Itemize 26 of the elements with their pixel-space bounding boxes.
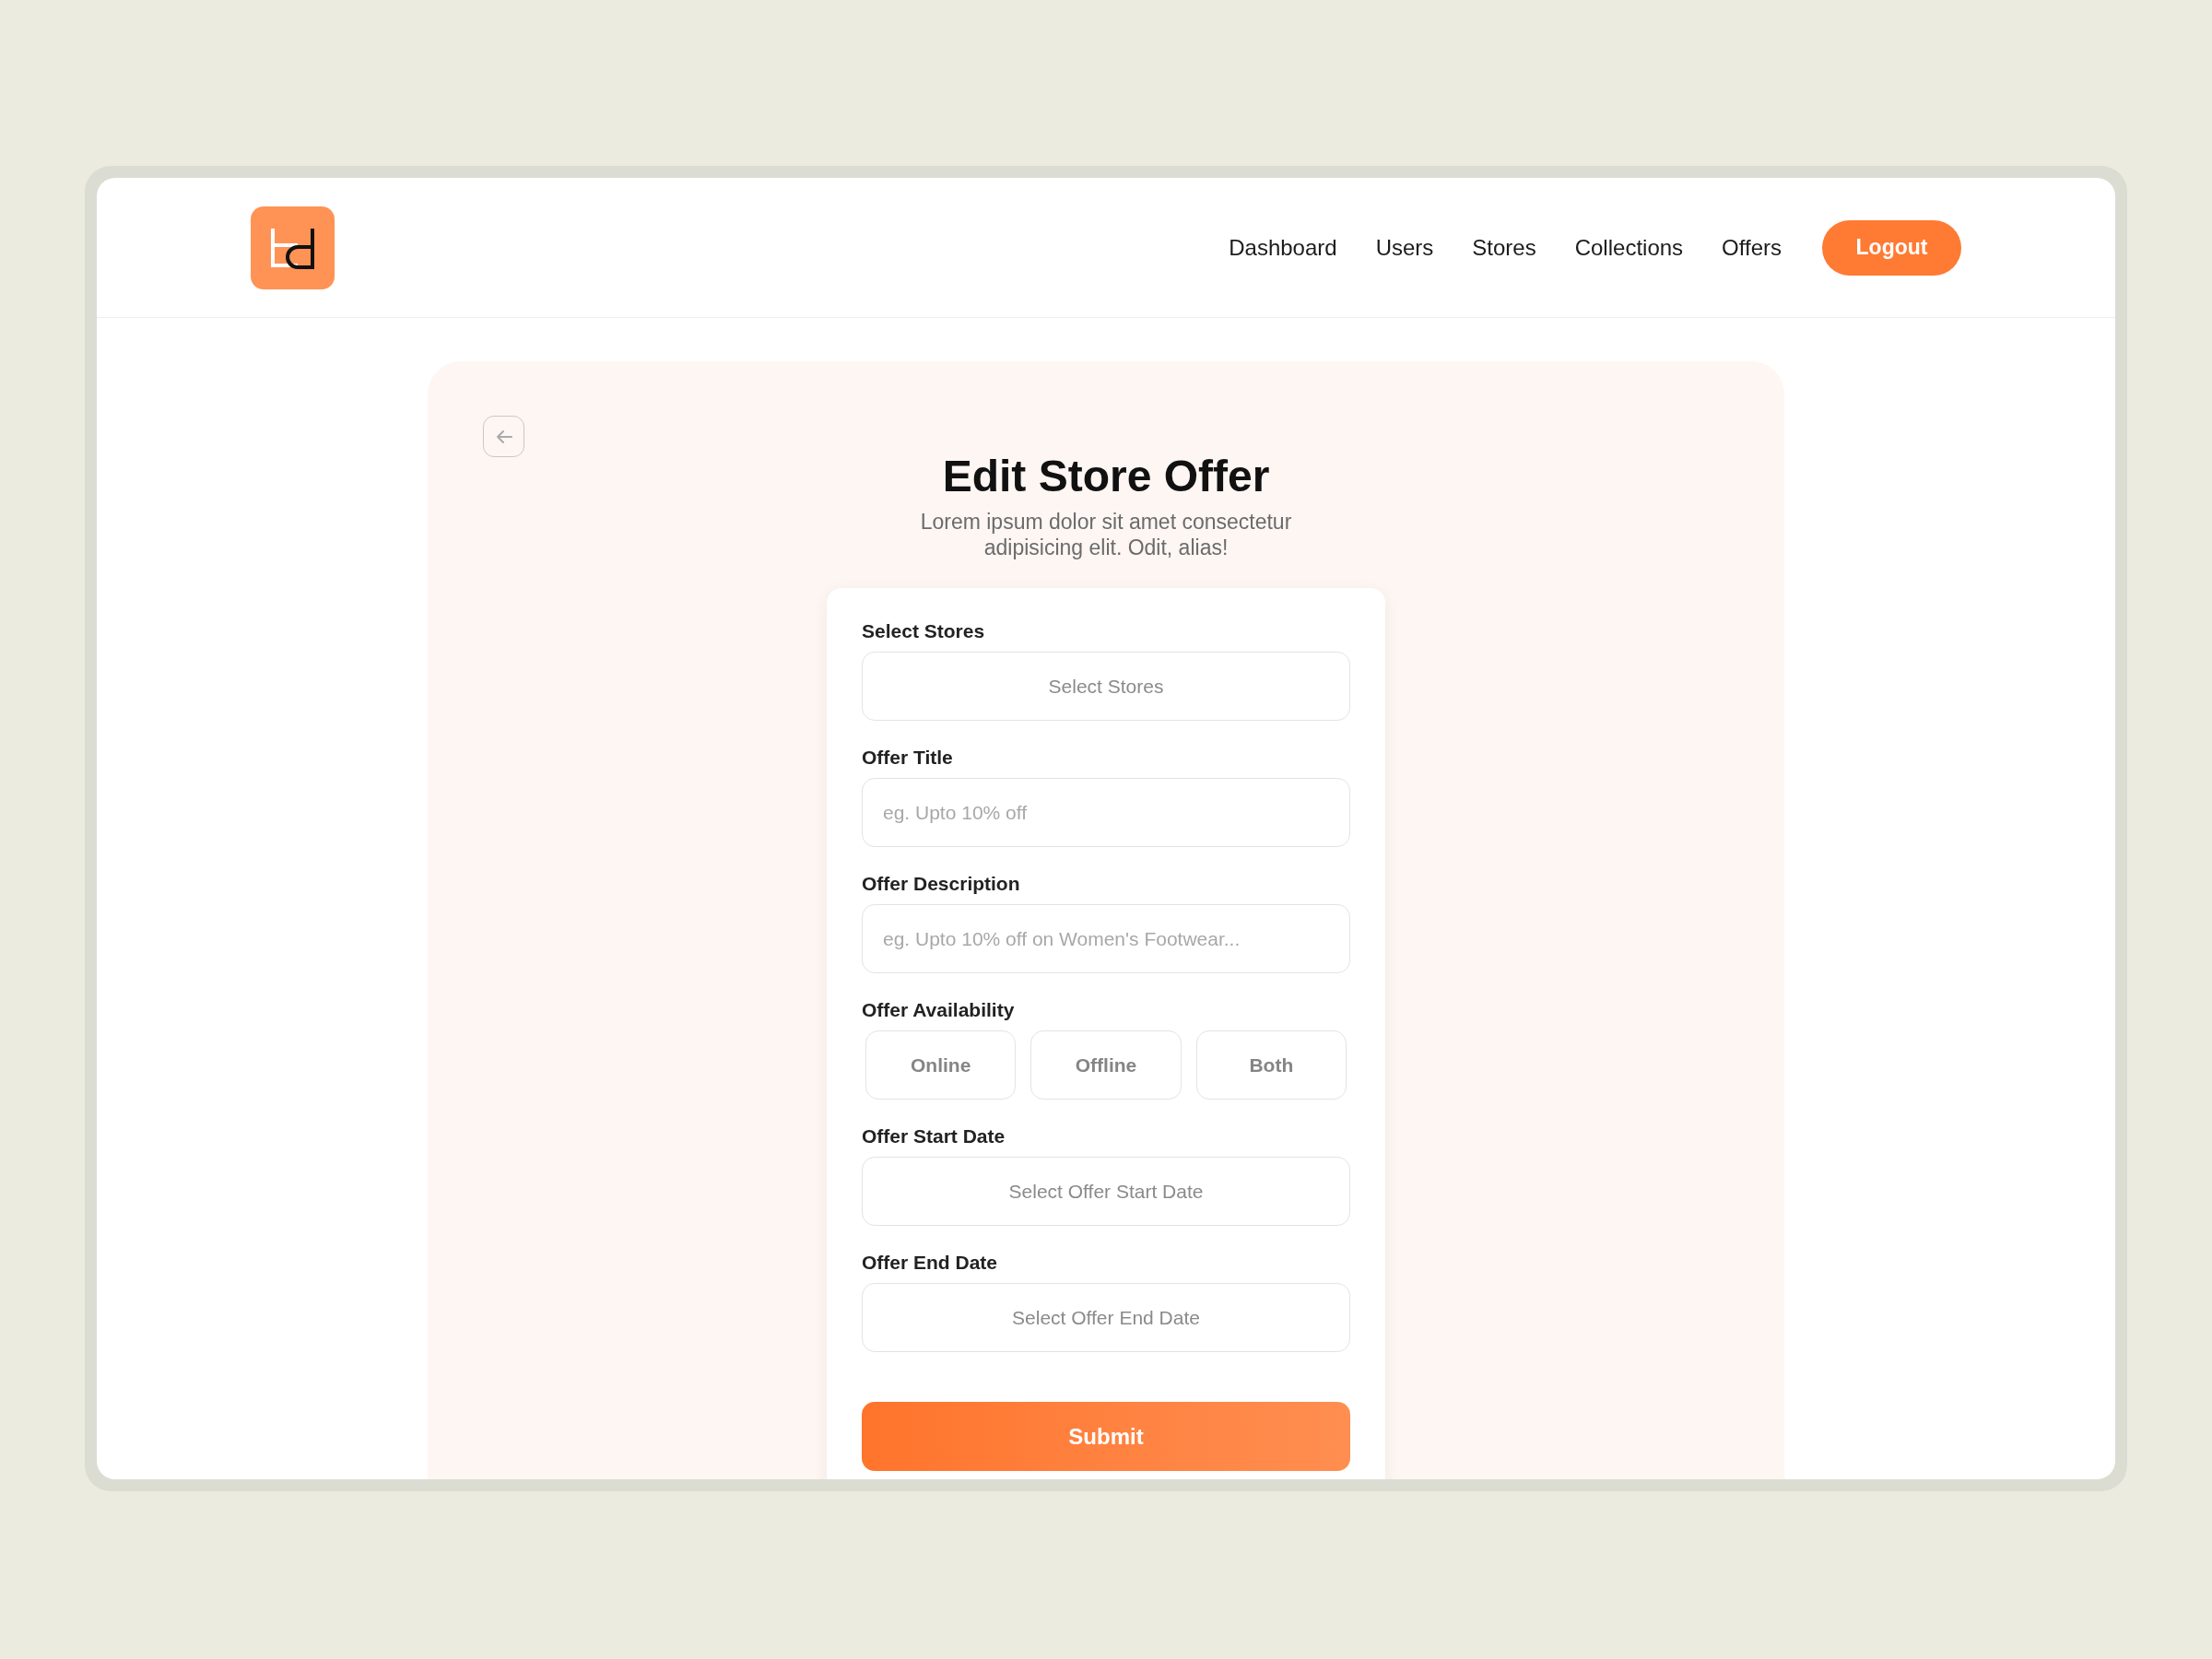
nav-link[interactable]: Users: [1375, 230, 1434, 265]
option-button[interactable]: Both: [1195, 1030, 1347, 1100]
field-label: Offer Title: [862, 746, 954, 770]
back-arrow-icon: [495, 429, 512, 444]
field-label: Offer Description: [862, 872, 1021, 896]
field-label: Select Stores: [862, 619, 986, 643]
field-label: Offer Start Date: [862, 1124, 1006, 1148]
nav-link[interactable]: Collections: [1574, 230, 1684, 265]
nav-link[interactable]: Dashboard: [1229, 230, 1337, 265]
page-title: Edit Store Offer: [942, 451, 1270, 502]
input-field[interactable]: eg. Upto 10% off on Women's Footwear...: [862, 904, 1350, 973]
field-label: Offer Availability: [862, 998, 1016, 1022]
select-field[interactable]: Select Offer Start Date: [862, 1157, 1350, 1226]
select-field[interactable]: Select Offer End Date: [862, 1283, 1350, 1352]
logo[interactable]: [251, 206, 335, 289]
page-subtitle: Lorem ipsum dolor sit amet consectetur adipisicing elit. Odit, alias!: [919, 509, 1293, 560]
logout-button[interactable]: Logout: [1822, 219, 1961, 276]
nav-link[interactable]: Offers: [1722, 230, 1782, 265]
field-label: Offer End Date: [862, 1251, 999, 1275]
select-field[interactable]: Select Stores: [862, 652, 1350, 721]
nav-link[interactable]: Stores: [1472, 230, 1536, 265]
option-button[interactable]: Online: [865, 1030, 1017, 1100]
submit-button[interactable]: Submit: [862, 1402, 1350, 1471]
logo-mark-icon: [269, 226, 316, 269]
option-button[interactable]: Offline: [1030, 1030, 1182, 1100]
input-field[interactable]: eg. Upto 10% off: [862, 778, 1350, 847]
